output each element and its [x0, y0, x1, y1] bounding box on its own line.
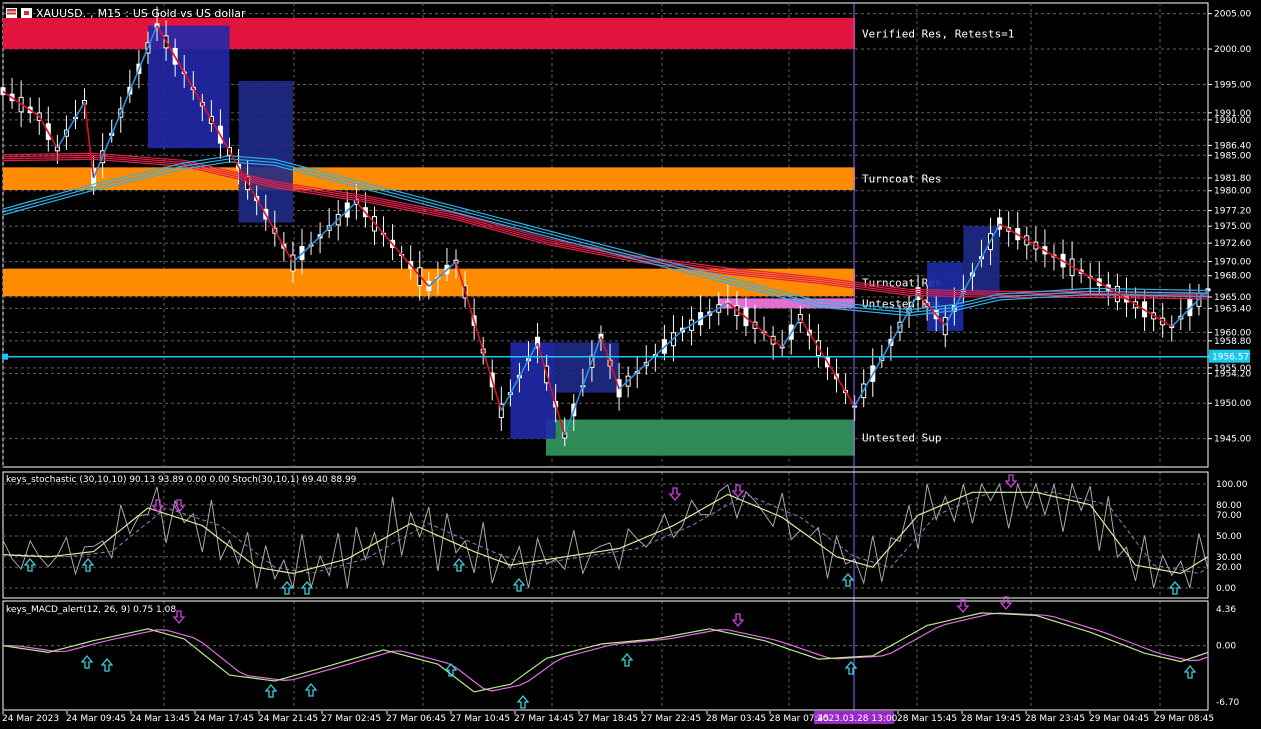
arrow-up-icon — [23, 557, 37, 572]
macd-main-line — [2, 612, 1209, 693]
zone-label: Verified Res, Retests=1 — [862, 27, 1014, 40]
zone-untested_sup — [546, 419, 855, 456]
stochastic-title: keys_stochastic (30,10,10) 90.13 93.89 0… — [6, 475, 357, 485]
price-axis-label: 1963.40 — [1214, 304, 1251, 314]
price-axis-label: 1958.80 — [1214, 337, 1251, 347]
zigzag-segment — [56, 101, 86, 149]
price-line-handle[interactable] — [2, 353, 8, 360]
price-axis-label: 1945.00 — [1214, 435, 1251, 445]
price-axis-label: 1995.00 — [1214, 80, 1251, 90]
arrow-up-icon — [100, 657, 114, 672]
zone-label: Untested Sup — [862, 432, 941, 445]
price-axis-label: 1954.20 — [1214, 369, 1251, 379]
stoch-axis-label: 50.00 — [1216, 532, 1242, 542]
price-axis-label: 1980.00 — [1214, 187, 1251, 197]
price-axis-label: 1968.00 — [1214, 272, 1251, 282]
zigzag-segment — [999, 223, 1109, 289]
price-axis-label: 1981.80 — [1214, 174, 1251, 184]
zigzag-segment — [83, 102, 95, 179]
arrow-up-icon — [512, 577, 526, 592]
arrow-up-icon — [80, 654, 94, 669]
macd-pane[interactable] — [2, 596, 1209, 711]
price-axis-label: 1950.00 — [1214, 399, 1251, 409]
main-pane[interactable]: Verified Res, Retests=1Turncoat ResTurnc… — [0, 2, 1211, 711]
time-axis-label: 27 Mar 10:45 — [450, 714, 510, 724]
symbol: XAUUSD. — [36, 6, 87, 20]
time-axis-label: 28 Mar 07:45 — [769, 714, 829, 724]
arrow-up-icon — [304, 682, 318, 697]
macd-title: keys_MACD_alert(12, 26, 9) 0.75 1.08 — [6, 605, 176, 615]
time-axis-label: 29 Mar 08:45 — [1154, 714, 1214, 724]
time-axis-label: 24 Mar 2023 — [2, 714, 59, 724]
price-axis-label: 2000.00 — [1214, 45, 1251, 55]
candle — [942, 317, 948, 336]
arrow-up-icon — [620, 652, 634, 667]
chart-window-icon[interactable] — [21, 8, 32, 18]
price-axis-label: 1977.20 — [1214, 207, 1251, 217]
time-axis-label: 24 Mar 17:45 — [194, 714, 254, 724]
price-axis-label: 1985.00 — [1214, 151, 1251, 161]
stoch-axis-label: 0.00 — [1216, 584, 1236, 594]
candle — [852, 405, 858, 408]
time-axis-label: 29 Mar 04:45 — [1089, 714, 1149, 724]
macd-signal-line — [3, 612, 1209, 692]
chart-menu-icon[interactable] — [6, 8, 17, 18]
arrow-up-icon — [452, 557, 466, 572]
arrow-down-icon — [668, 487, 682, 502]
time-axis-label: 28 Mar 23:45 — [1025, 714, 1085, 724]
arrow-down-icon — [956, 599, 970, 614]
macd-axis-label: 0.00 — [1216, 642, 1236, 652]
time-axis-label: 27 Mar 14:45 — [514, 714, 574, 724]
macd-axis-label: 4.36 — [1216, 605, 1236, 615]
arrow-up-icon — [841, 572, 855, 587]
stochastic-pane[interactable] — [2, 471, 1209, 599]
candle — [290, 254, 296, 272]
chart-title-bar: XAUUSD., M15: US Gold vs US dollar — [6, 5, 246, 21]
macd-axis-label: -6.70 — [1216, 698, 1240, 708]
price-axis-label: 1970.00 — [1214, 258, 1251, 268]
price-chart[interactable]: Verified Res, Retests=1Turncoat ResTurnc… — [0, 0, 1261, 729]
price-axis-label: 1990.00 — [1214, 116, 1251, 126]
arrow-down-icon — [731, 613, 745, 628]
arrow-down-icon — [731, 484, 745, 499]
stoch-axis-label: 20.00 — [1216, 563, 1242, 573]
price-axis-label: 1986.40 — [1214, 141, 1251, 151]
stoch-axis-label: 100.00 — [1216, 480, 1248, 490]
stochastic-frame — [2, 471, 1209, 599]
arrow-up-icon — [516, 694, 530, 709]
time-axis-label: 28 Mar 03:45 — [706, 714, 766, 724]
zigzag-segment — [799, 317, 856, 407]
zone-verified_res — [3, 17, 855, 50]
zigzag-segment — [853, 326, 901, 407]
time-axis-label: 27 Mar 18:45 — [578, 714, 638, 724]
time-axis-label: 27 Mar 06:45 — [386, 714, 446, 724]
zigzag-segment — [682, 301, 729, 331]
zone-label: Turncoat Res — [862, 173, 941, 186]
stoch-axis-label: 30.00 — [1216, 553, 1242, 563]
time-axis-label: 24 Mar 09:45 — [66, 714, 126, 724]
arrow-up-icon — [81, 557, 95, 572]
time-axis-label: 28 Mar 19:45 — [961, 714, 1021, 724]
symbol-description: US Gold vs US dollar — [132, 6, 246, 20]
price-axis-label: 2005.00 — [1214, 10, 1251, 20]
time-axis-label: 24 Mar 13:45 — [130, 714, 190, 724]
timeframe: M15 — [97, 6, 122, 20]
stoch-axis-label: 70.00 — [1216, 511, 1242, 521]
time-axis-label: 27 Mar 22:45 — [641, 714, 701, 724]
price-axis-label: 1965.00 — [1214, 293, 1251, 303]
current-price-label: 1956.57 — [1212, 353, 1249, 363]
time-axis-label: 28 Mar 15:45 — [897, 714, 957, 724]
stoch-axis-label: 80.00 — [1216, 501, 1242, 511]
price-axis-label: 1975.00 — [1214, 222, 1251, 232]
price-axis-label: 1972.60 — [1214, 239, 1251, 249]
time-axis-label: 24 Mar 21:45 — [258, 714, 318, 724]
arrow-down-icon — [999, 596, 1013, 611]
arrow-up-icon — [264, 683, 278, 698]
arrow-up-icon — [1183, 664, 1197, 679]
candle — [0, 87, 6, 96]
arrow-down-icon — [1004, 474, 1018, 489]
time-axis-label: 27 Mar 02:45 — [321, 714, 381, 724]
